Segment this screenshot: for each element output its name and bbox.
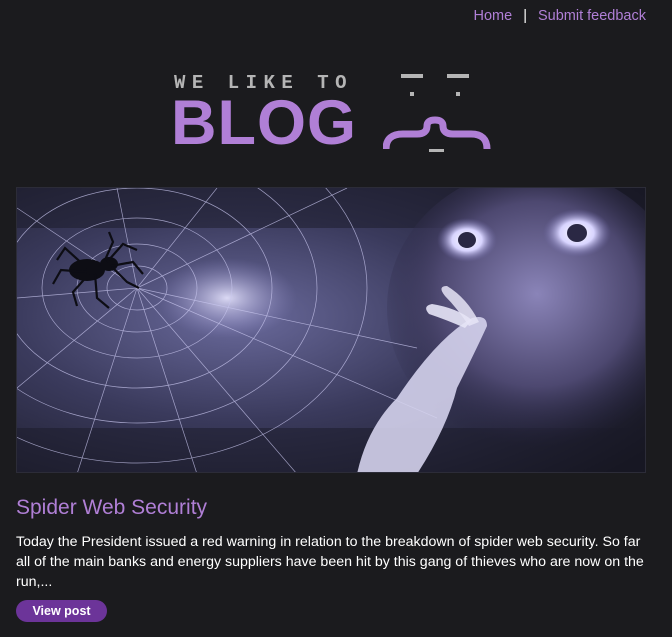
spider-web-illustration bbox=[17, 188, 645, 472]
submit-feedback-link[interactable]: Submit feedback bbox=[538, 8, 646, 24]
home-link[interactable]: Home bbox=[474, 8, 513, 24]
nav-separator: | bbox=[523, 8, 527, 24]
post-hero-image[interactable] bbox=[16, 187, 646, 473]
post-title-link[interactable]: Spider Web Security bbox=[16, 496, 207, 520]
site-logo[interactable]: WE LIKE TO BLOG bbox=[171, 72, 491, 158]
view-post-button[interactable]: View post bbox=[16, 600, 107, 622]
logo-wordmark: BLOG bbox=[171, 88, 357, 158]
top-navigation: Home | Submit feedback bbox=[474, 8, 646, 24]
post-excerpt: Today the President issued a red warning… bbox=[16, 534, 644, 590]
emoticon-face-icon bbox=[383, 74, 491, 152]
